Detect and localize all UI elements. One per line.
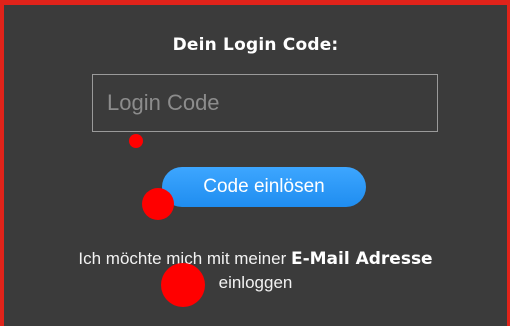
redeem-code-button[interactable]: Code einlösen xyxy=(162,167,366,207)
email-login-suffix: einloggen xyxy=(218,273,293,292)
login-panel: Dein Login Code: Code einlösen Ich möcht… xyxy=(0,0,510,326)
email-address-link[interactable]: E-Mail Adresse xyxy=(291,249,433,269)
login-code-heading: Dein Login Code: xyxy=(172,35,339,55)
login-code-input[interactable] xyxy=(92,74,438,132)
marker-dot-medium xyxy=(142,188,174,220)
marker-dot-small xyxy=(129,134,143,148)
email-login-text: Ich möchte mich mit meiner E-Mail Adress… xyxy=(24,247,487,295)
marker-dot-large xyxy=(161,263,205,307)
